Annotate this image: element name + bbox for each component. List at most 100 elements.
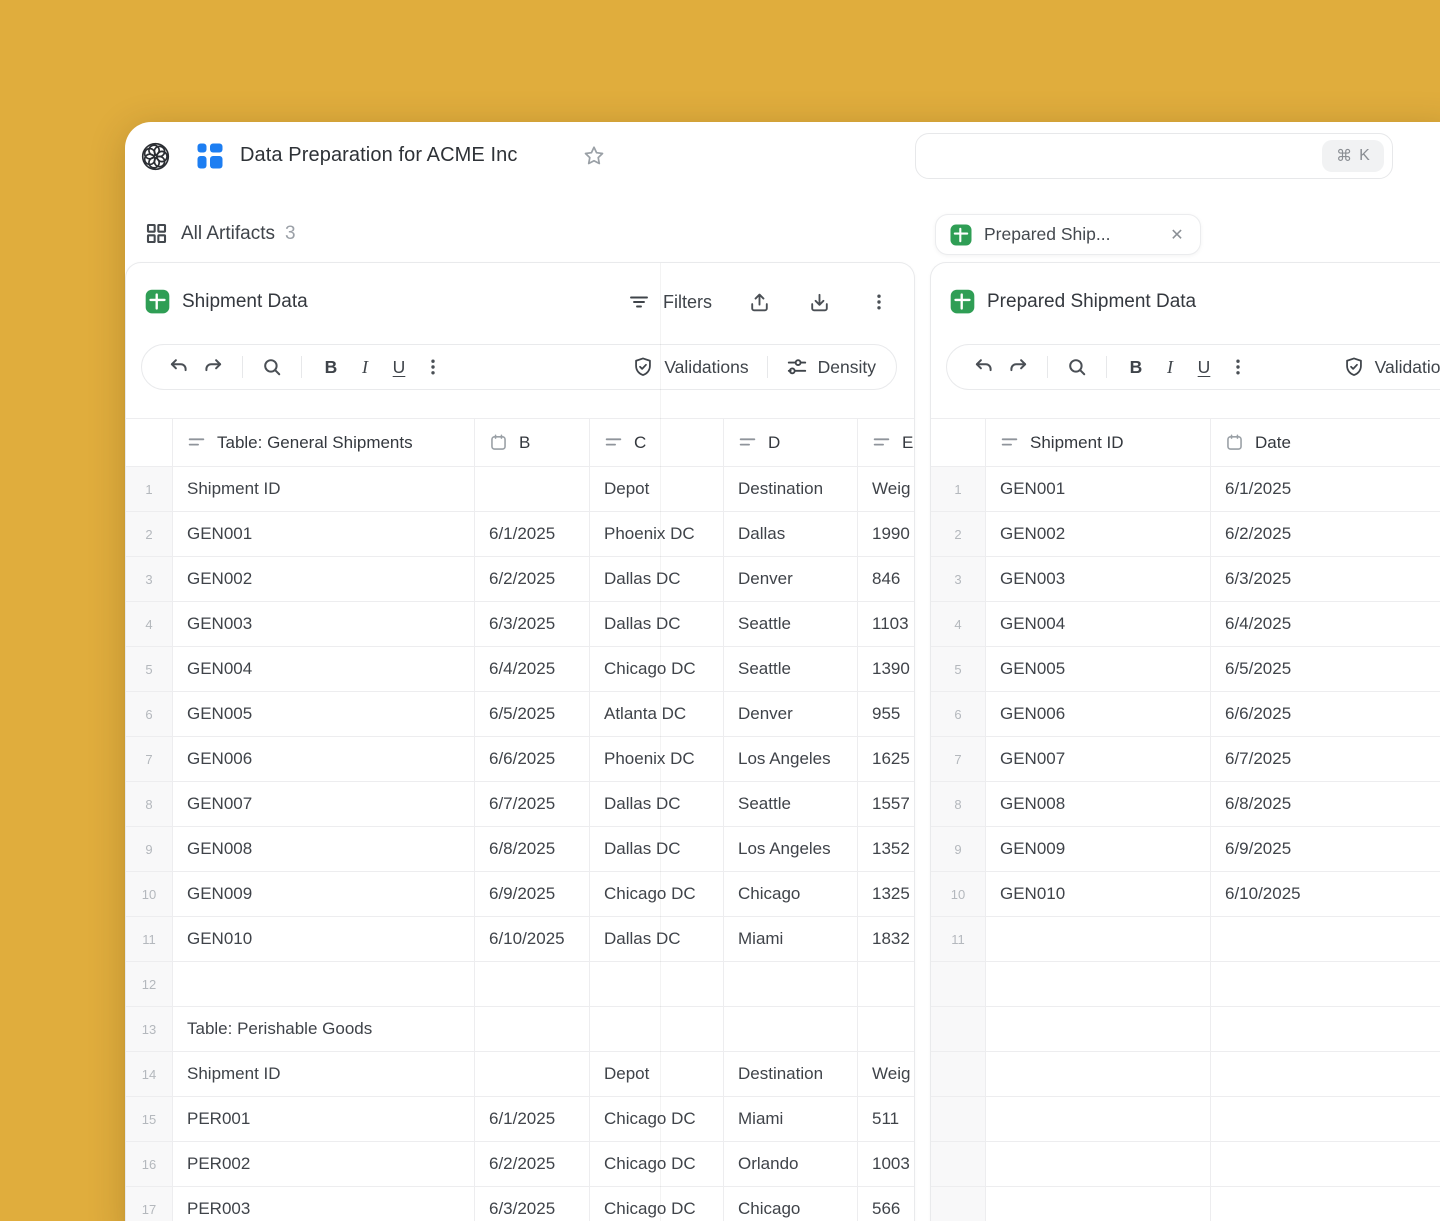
cell[interactable]: Dallas DC (590, 917, 724, 961)
cell[interactable]: GEN007 (986, 737, 1211, 781)
row-number[interactable]: 1 (931, 467, 986, 511)
cell[interactable]: Phoenix DC (590, 737, 724, 781)
cell[interactable]: Orlando (724, 1142, 858, 1186)
cell[interactable] (986, 962, 1211, 1006)
row-number[interactable]: 10 (126, 872, 173, 916)
cell[interactable]: Seattle (724, 782, 858, 826)
column-header-e[interactable]: E (858, 419, 914, 466)
cell[interactable]: Chicago DC (590, 647, 724, 691)
row-number[interactable]: 4 (126, 602, 173, 646)
cell[interactable]: 6/5/2025 (1211, 647, 1440, 691)
cell[interactable]: PER002 (173, 1142, 475, 1186)
cell[interactable]: 6/10/2025 (475, 917, 590, 961)
cell[interactable] (986, 1007, 1211, 1051)
cell[interactable]: 6/7/2025 (475, 782, 590, 826)
cell[interactable]: GEN008 (173, 827, 475, 871)
row-number[interactable] (931, 1052, 986, 1096)
validations-button[interactable]: Validations (1343, 356, 1440, 378)
cell[interactable] (1211, 962, 1440, 1006)
column-header-shipment-id[interactable]: Shipment ID (986, 419, 1211, 466)
row-number[interactable]: 9 (931, 827, 986, 871)
row-number[interactable] (931, 1187, 986, 1221)
cell[interactable]: GEN009 (173, 872, 475, 916)
cell[interactable]: GEN001 (173, 512, 475, 556)
cell[interactable]: Seattle (724, 602, 858, 646)
row-number[interactable]: 13 (126, 1007, 173, 1051)
cell[interactable]: PER003 (173, 1187, 475, 1221)
cell[interactable]: 6/10/2025 (1211, 872, 1440, 916)
cell[interactable]: 1325 (858, 872, 914, 916)
cell[interactable] (590, 1007, 724, 1051)
row-number[interactable]: 12 (126, 962, 173, 1006)
row-number[interactable]: 15 (126, 1097, 173, 1141)
cell[interactable]: GEN010 (173, 917, 475, 961)
column-header-d[interactable]: D (724, 419, 858, 466)
column-header-c[interactable]: C (590, 419, 724, 466)
cell[interactable]: 6/8/2025 (1211, 782, 1440, 826)
cell[interactable] (1211, 1097, 1440, 1141)
cell[interactable] (986, 1142, 1211, 1186)
cell[interactable]: Atlanta DC (590, 692, 724, 736)
validations-button[interactable]: Validations (632, 356, 749, 378)
cell[interactable] (475, 467, 590, 511)
search-input[interactable] (932, 147, 1322, 165)
cell[interactable]: Depot (590, 1052, 724, 1096)
row-number[interactable]: 11 (931, 917, 986, 961)
cell[interactable]: Chicago DC (590, 1142, 724, 1186)
cell[interactable] (1211, 917, 1440, 961)
density-button[interactable]: Density (786, 356, 876, 378)
row-number[interactable]: 8 (126, 782, 173, 826)
cell[interactable]: PER001 (173, 1097, 475, 1141)
cell[interactable]: GEN009 (986, 827, 1211, 871)
cell[interactable]: 1557 (858, 782, 914, 826)
underline-button[interactable]: U (1187, 350, 1221, 384)
cell[interactable]: Chicago DC (590, 1187, 724, 1221)
italic-button[interactable]: I (348, 350, 382, 384)
cell[interactable]: 6/7/2025 (1211, 737, 1440, 781)
row-number[interactable]: 17 (126, 1187, 173, 1221)
column-header-table-general-shipments[interactable]: Table: General Shipments (173, 419, 475, 466)
cell[interactable] (475, 1052, 590, 1096)
tab-close-icon[interactable]: ✕ (1166, 225, 1188, 245)
cell[interactable]: 6/4/2025 (475, 647, 590, 691)
cell[interactable]: 1003 (858, 1142, 914, 1186)
format-more-button[interactable] (416, 350, 450, 384)
cell[interactable]: Dallas DC (590, 782, 724, 826)
cell[interactable]: 6/2/2025 (475, 557, 590, 601)
cell[interactable] (1211, 1142, 1440, 1186)
row-number[interactable] (931, 1142, 986, 1186)
cell[interactable]: Miami (724, 1097, 858, 1141)
cell[interactable]: Dallas DC (590, 827, 724, 871)
cell[interactable]: GEN006 (986, 692, 1211, 736)
cell[interactable]: Chicago DC (590, 1097, 724, 1141)
cell[interactable] (590, 962, 724, 1006)
cell[interactable] (1211, 1052, 1440, 1096)
cell[interactable] (986, 917, 1211, 961)
cell[interactable]: GEN004 (986, 602, 1211, 646)
cell[interactable]: GEN002 (986, 512, 1211, 556)
cell[interactable] (986, 1097, 1211, 1141)
cell[interactable] (986, 1052, 1211, 1096)
cell[interactable]: 846 (858, 557, 914, 601)
row-number[interactable]: 3 (126, 557, 173, 601)
cell[interactable]: Denver (724, 692, 858, 736)
cell[interactable]: 6/6/2025 (1211, 692, 1440, 736)
cell[interactable]: Dallas DC (590, 557, 724, 601)
cell[interactable]: 511 (858, 1097, 914, 1141)
cell[interactable]: 1103 (858, 602, 914, 646)
search-cells-button[interactable] (255, 350, 289, 384)
cell[interactable]: Chicago (724, 872, 858, 916)
corner-cell[interactable] (931, 419, 986, 466)
cell[interactable] (858, 1007, 914, 1051)
cell[interactable] (173, 962, 475, 1006)
cell[interactable]: 6/5/2025 (475, 692, 590, 736)
upload-button[interactable] (746, 289, 772, 315)
cell[interactable]: 6/3/2025 (475, 602, 590, 646)
row-number[interactable] (931, 962, 986, 1006)
row-number[interactable]: 5 (931, 647, 986, 691)
cell[interactable]: 955 (858, 692, 914, 736)
cell[interactable]: 1625 (858, 737, 914, 781)
cell[interactable]: Destination (724, 467, 858, 511)
cell[interactable]: 6/9/2025 (475, 872, 590, 916)
row-number[interactable]: 4 (931, 602, 986, 646)
